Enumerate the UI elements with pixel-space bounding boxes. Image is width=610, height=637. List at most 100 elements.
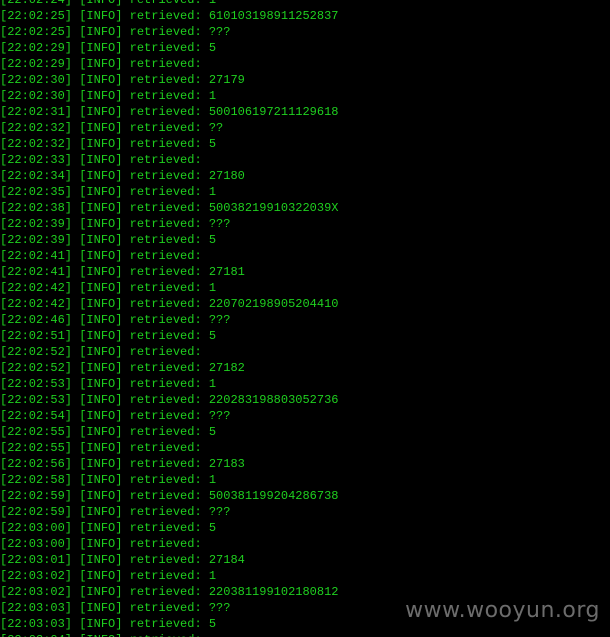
log-message: retrieved: 610103198911252837 (129, 9, 339, 23)
log-level: [INFO] (79, 457, 123, 471)
log-line: [22:03:03] [INFO] retrieved: ??? (0, 600, 338, 616)
log-timestamp: [22:02:32] (0, 121, 73, 135)
log-level: [INFO] (79, 425, 123, 439)
log-level: [INFO] (79, 297, 123, 311)
log-level: [INFO] (79, 25, 123, 39)
log-timestamp: [22:02:33] (0, 153, 73, 167)
log-message: retrieved: (129, 249, 202, 263)
log-level: [INFO] (79, 41, 123, 55)
log-line: [22:03:02] [INFO] retrieved: 22038119910… (0, 584, 338, 600)
log-line: [22:02:54] [INFO] retrieved: ??? (0, 408, 338, 424)
log-message: retrieved: 5 (129, 425, 217, 439)
log-timestamp: [22:02:42] (0, 297, 73, 311)
log-line: [22:02:55] [INFO] retrieved: 5 (0, 424, 338, 440)
log-timestamp: [22:02:30] (0, 73, 73, 87)
log-line: [22:03:01] [INFO] retrieved: 27184 (0, 552, 338, 568)
log-level: [INFO] (79, 553, 123, 567)
log-level: [INFO] (79, 233, 123, 247)
log-line: [22:02:55] [INFO] retrieved: (0, 440, 338, 456)
log-timestamp: [22:03:04] (0, 633, 72, 637)
log-line: [22:02:35] [INFO] retrieved: 1 (0, 184, 338, 200)
log-line: [22:03:00] [INFO] retrieved: 5 (0, 520, 338, 536)
log-line: [22:02:24] [INFO] retrieved: 1 (0, 0, 338, 8)
log-message: retrieved: 1 (129, 0, 217, 7)
log-level: [INFO] (79, 57, 123, 71)
log-level: [INFO] (79, 73, 123, 87)
log-timestamp: [22:02:29] (0, 41, 73, 55)
log-level: [INFO] (79, 313, 123, 327)
log-level: [INFO] (79, 137, 123, 151)
log-message: retrieved: 220283198803052736 (129, 393, 339, 407)
log-timestamp: [22:02:25] (0, 9, 73, 23)
log-timestamp: [22:02:46] (0, 313, 73, 327)
log-level: [INFO] (79, 281, 123, 295)
log-timestamp: [22:02:59] (0, 505, 73, 519)
log-level: [INFO] (79, 185, 123, 199)
log-level: [INFO] (79, 217, 123, 231)
log-line: [22:02:41] [INFO] retrieved: (0, 248, 338, 264)
log-timestamp: [22:02:35] (0, 185, 73, 199)
log-line: [22:02:30] [INFO] retrieved: 27179 (0, 72, 338, 88)
log-level: [INFO] (79, 537, 123, 551)
log-line: [22:02:25] [INFO] retrieved: ??? (0, 24, 338, 40)
log-message: retrieved: ??? (129, 217, 231, 231)
log-timestamp: [22:02:58] (0, 473, 73, 487)
log-message: retrieved: ??? (129, 505, 231, 519)
log-line: [22:02:52] [INFO] retrieved: 27182 (0, 360, 338, 376)
log-line: [22:02:59] [INFO] retrieved: ??? (0, 504, 338, 520)
log-level: [INFO] (79, 585, 123, 599)
log-timestamp: [22:02:56] (0, 457, 73, 471)
log-timestamp: [22:03:03] (0, 617, 73, 631)
log-line: [22:02:56] [INFO] retrieved: 27183 (0, 456, 338, 472)
log-line: [22:03:02] [INFO] retrieved: 1 (0, 568, 338, 584)
watermark: www.wooyun.org (405, 598, 600, 623)
log-level: [INFO] (79, 169, 123, 183)
log-line: [22:02:29] [INFO] retrieved: 5 (0, 40, 338, 56)
log-line: [22:02:34] [INFO] retrieved: 27180 (0, 168, 338, 184)
log-level: [INFO] (79, 473, 123, 487)
log-timestamp: [22:02:38] (0, 201, 73, 215)
log-line: [22:02:32] [INFO] retrieved: ?? (0, 120, 338, 136)
log-timestamp: [22:02:51] (0, 329, 73, 343)
log-level: [INFO] (79, 121, 123, 135)
log-level: [INFO] (79, 153, 123, 167)
log-message: retrieved: 27181 (129, 265, 245, 279)
log-timestamp: [22:02:39] (0, 233, 73, 247)
log-line: [22:03:00] [INFO] retrieved: (0, 536, 338, 552)
log-message: retrieved: (129, 441, 202, 455)
log-message: retrieved: 5 (129, 233, 217, 247)
log-line: [22:02:39] [INFO] retrieved: 5 (0, 232, 338, 248)
log-level: [INFO] (79, 249, 123, 263)
log-level: [INFO] (79, 617, 123, 631)
log-level: [INFO] (79, 633, 122, 637)
log-line: [22:02:42] [INFO] retrieved: 22070219890… (0, 296, 338, 312)
log-message: retrieved: 220702198905204410 (129, 297, 339, 311)
log-line: [22:02:59] [INFO] retrieved: 50038119920… (0, 488, 338, 504)
log-level: [INFO] (79, 329, 123, 343)
log-line: [22:02:53] [INFO] retrieved: 22028319880… (0, 392, 338, 408)
log-level: [INFO] (79, 201, 123, 215)
log-line: [22:02:52] [INFO] retrieved: (0, 344, 338, 360)
log-level: [INFO] (79, 89, 123, 103)
log-message: retrieved: (129, 153, 202, 167)
log-line: [22:02:30] [INFO] retrieved: 1 (0, 88, 338, 104)
terminal-window[interactable]: [22:02:24] [INFO] retrieved: 1 [22:02:25]… (0, 0, 610, 637)
log-message: retrieved: 50038219910322039X (129, 201, 339, 215)
log-level: [INFO] (79, 361, 123, 375)
log-message: retrieved: ??? (129, 25, 231, 39)
log-timestamp: [22:03:02] (0, 569, 73, 583)
log-level: [INFO] (79, 9, 123, 23)
log-timestamp: [22:02:29] (0, 57, 73, 71)
log-message: retrieved: 500381199204286738 (129, 489, 339, 503)
log-timestamp: [22:02:25] (0, 25, 73, 39)
log-line: [22:02:31] [INFO] retrieved: 50010619721… (0, 104, 338, 120)
log-timestamp: [22:02:31] (0, 105, 73, 119)
log-line: [22:02:32] [INFO] retrieved: 5 (0, 136, 338, 152)
log-level: [INFO] (79, 377, 123, 391)
log-message: retrieved: 220381199102180812 (129, 585, 339, 599)
log-message: retrieved: 5 (129, 137, 217, 151)
log-line: [22:02:41] [INFO] retrieved: 27181 (0, 264, 338, 280)
log-line: [22:02:33] [INFO] retrieved: (0, 152, 338, 168)
log-message: retrieved: 1 (129, 473, 217, 487)
log-timestamp: [22:02:53] (0, 377, 73, 391)
